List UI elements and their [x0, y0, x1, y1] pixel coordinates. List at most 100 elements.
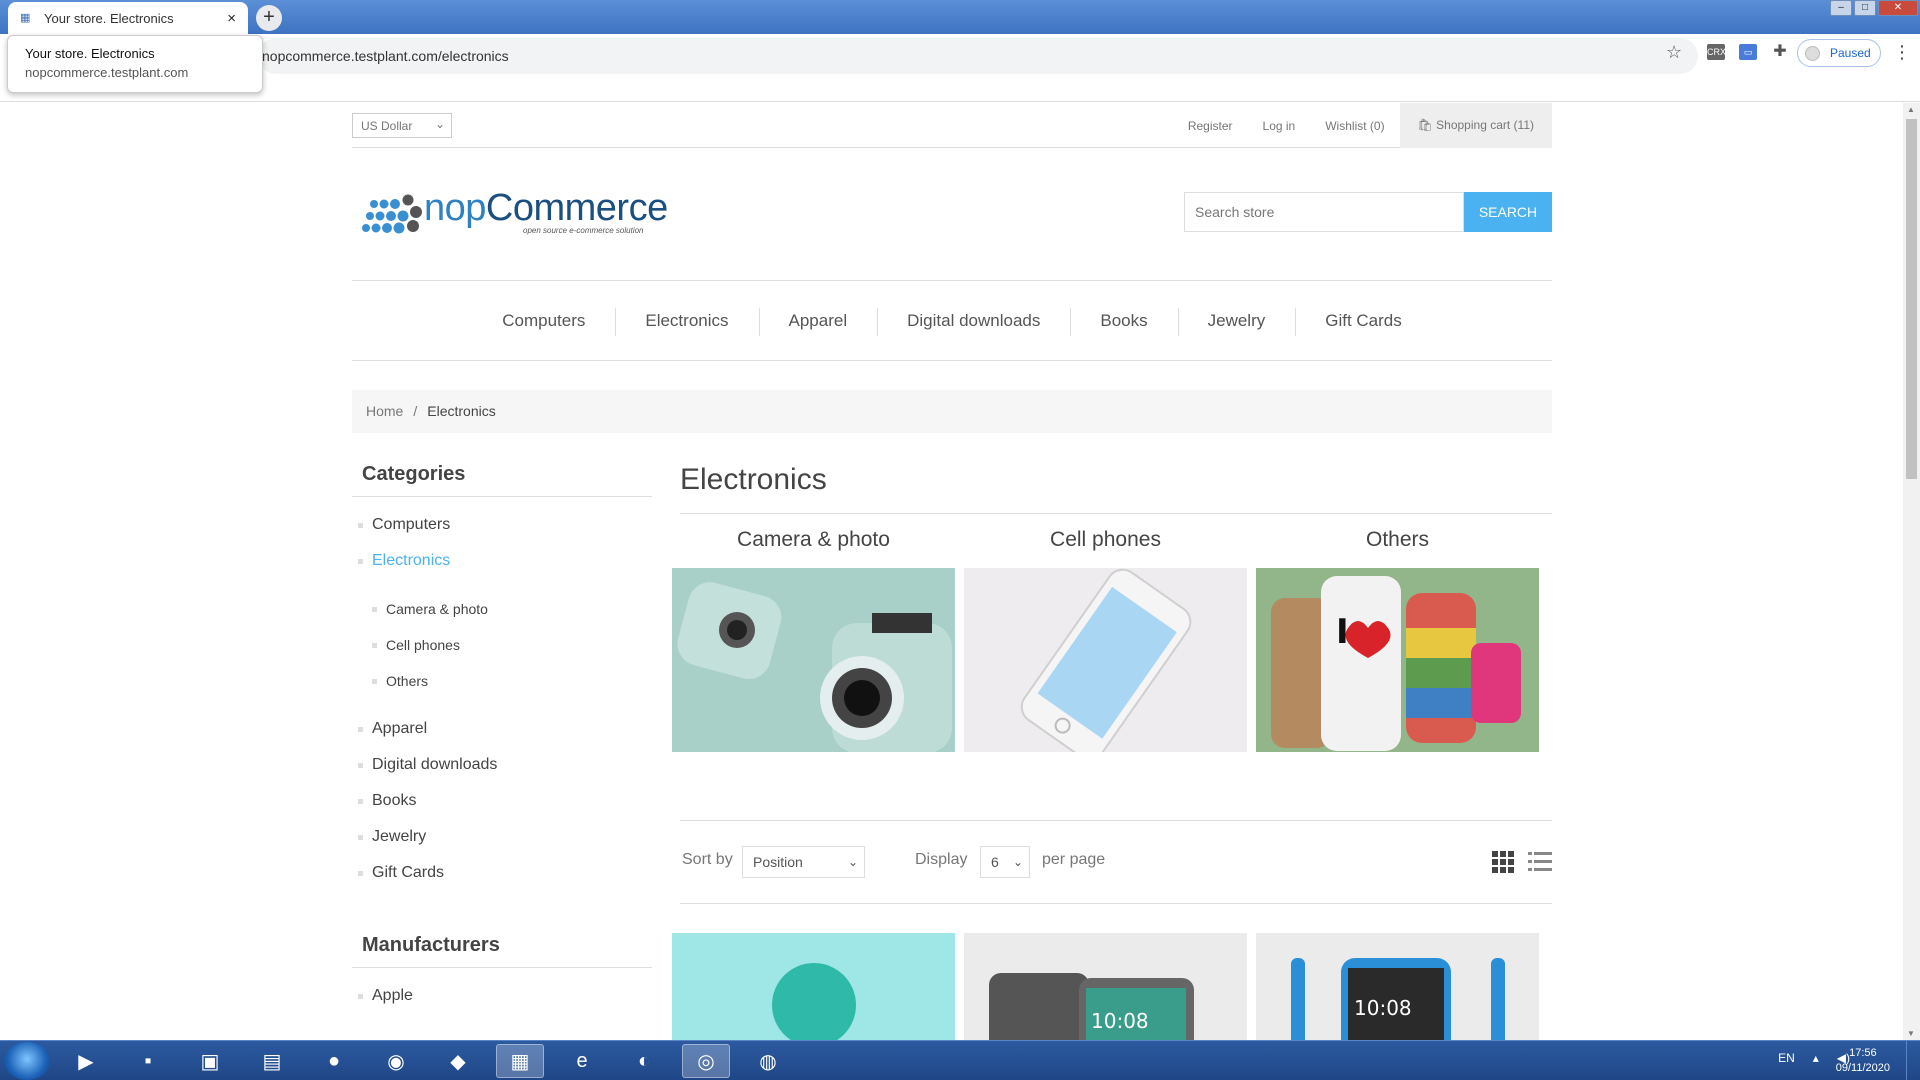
- sphere-app-icon[interactable]: ●: [310, 1044, 358, 1078]
- category-computers[interactable]: Computers: [352, 507, 652, 543]
- manufacturer-apple[interactable]: Apple: [352, 978, 652, 1014]
- windows-taskbar: ▶ ▪ ▣ ▤ ● ◉ ◆ ▦ e ◐ ◎ ◍ EN ▴ ◀) 17:56 09…: [0, 1040, 1920, 1080]
- product-image: 10:08: [964, 933, 1247, 1040]
- subcategory-title[interactable]: Camera & photo: [672, 528, 955, 568]
- language-indicator[interactable]: EN: [1778, 1051, 1795, 1065]
- menu-item-gift-cards[interactable]: Gift Cards: [1295, 307, 1432, 336]
- gimp-icon[interactable]: ◆: [434, 1044, 482, 1078]
- address-bar[interactable]: nopcommerce.testplant.com/electronics: [258, 38, 1698, 74]
- product-item[interactable]: 10:08: [1256, 933, 1539, 1040]
- firefox-icon[interactable]: ◉: [372, 1044, 420, 1078]
- scroll-up-icon[interactable]: ▲: [1907, 105, 1915, 114]
- page-wrapper: US Dollar ⌄ Register Log in Wishlist (0)…: [352, 103, 1552, 1040]
- sidebar: Categories Computers Electronics Camera …: [352, 463, 652, 1014]
- command-prompt-icon[interactable]: ▪: [124, 1044, 172, 1078]
- product-image: [672, 933, 955, 1040]
- subcategory-camera-photo[interactable]: Camera & photo: [352, 591, 652, 627]
- menu-item-electronics[interactable]: Electronics: [615, 307, 758, 336]
- store-logo[interactable]: nopCommerce open source e-commerce solut…: [358, 185, 668, 240]
- page-scrollbar[interactable]: ▲ ▼: [1903, 103, 1920, 1040]
- subcategory-cell-phones[interactable]: Cell phones: [352, 627, 652, 663]
- maximize-button[interactable]: □: [1854, 0, 1876, 16]
- close-tab-icon[interactable]: ×: [227, 10, 236, 27]
- browser-tab[interactable]: ▦ Your store. Electronics ×: [8, 2, 248, 34]
- per-page-label: per page: [1042, 851, 1106, 868]
- extension-icon[interactable]: ▭: [1739, 44, 1757, 60]
- currency-select[interactable]: US Dollar ⌄: [352, 113, 452, 138]
- search-input[interactable]: Search store: [1184, 192, 1464, 232]
- menu-item-jewelry[interactable]: Jewelry: [1177, 307, 1296, 336]
- logo-dots-icon: [362, 194, 422, 234]
- search-button[interactable]: Search: [1464, 192, 1552, 232]
- camera-image[interactable]: [672, 568, 955, 752]
- start-button[interactable]: [4, 1042, 50, 1080]
- bookmark-star-icon[interactable]: ☆: [1666, 42, 1682, 63]
- main-content: Electronics Camera & photo Cell phones O…: [672, 463, 1552, 1040]
- subcategory-card[interactable]: Cell phones: [964, 528, 1247, 752]
- obs-icon[interactable]: ◍: [744, 1044, 792, 1078]
- cart-label: Shopping cart (11): [1436, 118, 1534, 132]
- category-books[interactable]: Books: [352, 783, 652, 819]
- file-explorer-icon[interactable]: ▦: [496, 1044, 544, 1078]
- login-link[interactable]: Log in: [1248, 119, 1311, 133]
- eggplant-icon[interactable]: ◐: [620, 1044, 668, 1078]
- web-page: US Dollar ⌄ Register Log in Wishlist (0)…: [0, 103, 1902, 1040]
- shopping-cart-link[interactable]: 🛍 Shopping cart (11): [1399, 103, 1552, 148]
- minimize-button[interactable]: –: [1830, 0, 1852, 16]
- new-tab-button[interactable]: +: [256, 5, 282, 31]
- menu-item-digital-downloads[interactable]: Digital downloads: [877, 307, 1070, 336]
- tooltip-title: Your store. Electronics: [25, 46, 155, 61]
- computer-icon[interactable]: ▣: [186, 1044, 234, 1078]
- product-item[interactable]: 10:08: [964, 933, 1247, 1040]
- show-desktop-button[interactable]: [1906, 1041, 1920, 1080]
- notepad-icon[interactable]: ▤: [248, 1044, 296, 1078]
- category-electronics[interactable]: Electronics: [352, 543, 652, 579]
- chevron-down-icon: ⌄: [1012, 855, 1023, 869]
- menu-item-computers[interactable]: Computers: [472, 311, 615, 331]
- scrollbar-thumb[interactable]: [1906, 119, 1917, 479]
- subcategory-card[interactable]: Others I: [1256, 528, 1539, 752]
- cell-phone-image[interactable]: [964, 568, 1247, 752]
- category-gift-cards[interactable]: Gift Cards: [352, 855, 652, 891]
- subcategory-title[interactable]: Cell phones: [964, 528, 1247, 568]
- scroll-down-icon[interactable]: ▼: [1907, 1029, 1915, 1038]
- clock-time: 17:56: [1849, 1047, 1877, 1059]
- subcategory-card[interactable]: Camera & photo: [672, 528, 955, 752]
- tray-expand-icon[interactable]: ▴: [1813, 1051, 1819, 1065]
- subcategory-title[interactable]: Others: [1256, 528, 1539, 568]
- category-apparel[interactable]: Apparel: [352, 711, 652, 747]
- profile-status: Paused: [1830, 46, 1871, 60]
- tab-tooltip: Your store. Electronics nopcommerce.test…: [7, 35, 263, 93]
- grid-view-icon[interactable]: [1492, 851, 1514, 873]
- breadcrumb-home[interactable]: Home: [366, 403, 403, 419]
- page-size-select[interactable]: 6 ⌄: [980, 846, 1030, 878]
- product-grid: 10:08 10:08: [672, 933, 1560, 1040]
- clock[interactable]: 17:56 09/11/2020: [1836, 1046, 1890, 1076]
- category-digital-downloads[interactable]: Digital downloads: [352, 747, 652, 783]
- subcategory-others[interactable]: Others: [352, 663, 652, 699]
- media-player-icon[interactable]: ▶: [62, 1044, 110, 1078]
- close-window-button[interactable]: ✕: [1878, 0, 1918, 16]
- breadcrumb-current: Electronics: [427, 403, 496, 419]
- register-link[interactable]: Register: [1173, 119, 1248, 133]
- sort-select[interactable]: Position ⌄: [742, 846, 865, 878]
- menu-kebab-icon[interactable]: ⋮: [1893, 42, 1911, 63]
- chrome-icon[interactable]: ◎: [682, 1044, 730, 1078]
- extension-crx-icon[interactable]: CRX: [1707, 44, 1726, 60]
- browser-toolbar: nopcommerce.testplant.com/electronics ☆ …: [0, 34, 1920, 102]
- categories-title: Categories: [352, 463, 652, 497]
- tab-title: Your store. Electronics: [44, 10, 174, 26]
- others-image[interactable]: I: [1256, 568, 1539, 752]
- product-item[interactable]: [672, 933, 955, 1040]
- puzzle-icon[interactable]: ✚: [1771, 44, 1789, 60]
- profile-button[interactable]: Paused: [1797, 39, 1881, 67]
- wishlist-link[interactable]: Wishlist (0): [1310, 119, 1399, 133]
- menu-item-apparel[interactable]: Apparel: [758, 307, 878, 336]
- internet-explorer-icon[interactable]: e: [558, 1044, 606, 1078]
- logo-text: nopCommerce: [424, 187, 668, 229]
- list-view-icon[interactable]: [1528, 851, 1552, 873]
- subcategory-grid: Camera & photo Cell phones Others I: [672, 528, 1560, 752]
- menu-item-books[interactable]: Books: [1070, 307, 1177, 336]
- cart-icon: 🛍: [1417, 118, 1437, 132]
- category-jewelry[interactable]: Jewelry: [352, 819, 652, 855]
